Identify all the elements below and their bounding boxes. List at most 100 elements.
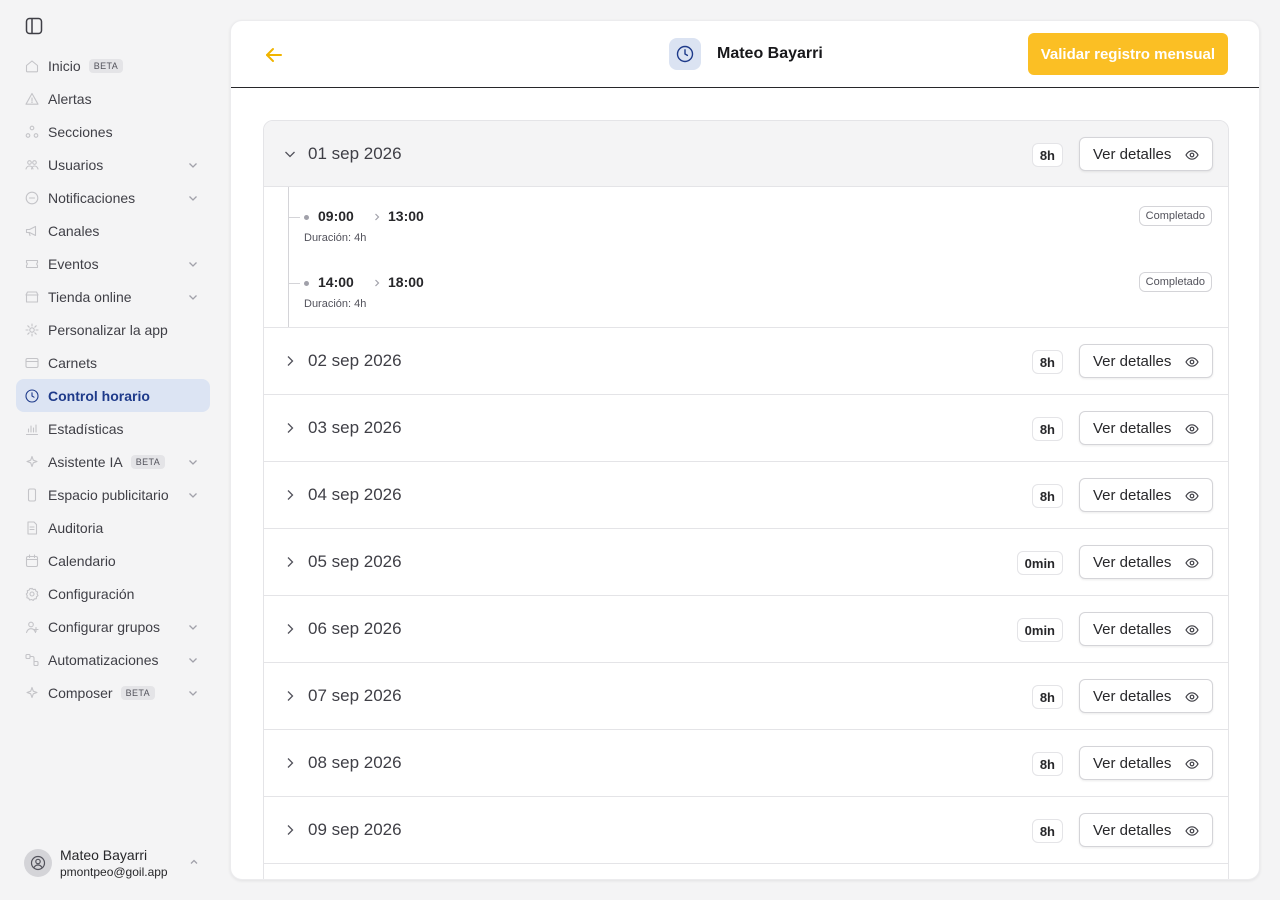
day-header[interactable]: 02 sep 2026 8h Ver detalles bbox=[264, 328, 1228, 394]
chevron-right-icon[interactable] bbox=[282, 353, 298, 369]
chart-icon bbox=[24, 421, 40, 437]
day-row: 08 sep 2026 8h Ver detalles bbox=[264, 730, 1228, 797]
timeline-connector bbox=[288, 283, 300, 284]
shift-start-time: 14:00 bbox=[318, 274, 354, 290]
hours-badge: 0min bbox=[1016, 551, 1063, 575]
hours-badge: 8h bbox=[1031, 484, 1063, 508]
sidebar-item-configuracion[interactable]: Configuración bbox=[16, 577, 210, 610]
view-details-button[interactable]: Ver detalles bbox=[1079, 411, 1213, 445]
customize-icon bbox=[24, 322, 40, 338]
day-row: 07 sep 2026 8h Ver detalles bbox=[264, 663, 1228, 730]
user-menu[interactable]: Mateo Bayarri pmontpeo@goil.app bbox=[24, 844, 204, 882]
sidebar-item-label: Estadísticas bbox=[48, 420, 124, 437]
view-details-button[interactable]: Ver detalles bbox=[1079, 612, 1213, 646]
sparkle-icon bbox=[24, 685, 40, 701]
sidebar-item-alertas[interactable]: Alertas bbox=[16, 82, 210, 115]
day-header[interactable] bbox=[264, 864, 1228, 879]
sidebar-item-auditoria[interactable]: Auditoria bbox=[16, 511, 210, 544]
chevron-right-icon[interactable] bbox=[282, 487, 298, 503]
user-name: Mateo Bayarri bbox=[60, 847, 148, 863]
hours-badge: 8h bbox=[1031, 819, 1063, 843]
day-date: 04 sep 2026 bbox=[308, 485, 402, 504]
chevron-right-icon[interactable] bbox=[282, 621, 298, 637]
sidebar-item-control-horario[interactable]: Control horario bbox=[16, 379, 210, 412]
hours-badge: 0min bbox=[1016, 618, 1063, 642]
day-row: 02 sep 2026 8h Ver detalles bbox=[264, 328, 1228, 395]
beta-badge: BETA bbox=[130, 454, 166, 469]
sidebar-item-asistente-ia[interactable]: Asistente IA BETA bbox=[16, 445, 210, 478]
sidebar-item-eventos[interactable]: Eventos bbox=[16, 247, 210, 280]
view-details-button[interactable]: Ver detalles bbox=[1079, 478, 1213, 512]
sections-icon bbox=[24, 124, 40, 140]
home-icon bbox=[24, 58, 40, 74]
sidebar-item-usuarios[interactable]: Usuarios bbox=[16, 148, 210, 181]
view-details-button[interactable]: Ver detalles bbox=[1079, 344, 1213, 378]
sidebar-item-personalizar-la-app[interactable]: Personalizar la app bbox=[16, 313, 210, 346]
workflow-icon bbox=[24, 652, 40, 668]
chevron-down-icon[interactable] bbox=[282, 146, 298, 162]
sidebar-item-carnets[interactable]: Carnets bbox=[16, 346, 210, 379]
status-badge: Completado bbox=[1138, 272, 1212, 292]
view-details-label: Ver detalles bbox=[1093, 419, 1172, 437]
day-header[interactable]: 05 sep 2026 0min Ver detalles bbox=[264, 529, 1228, 595]
sidebar-item-label: Alertas bbox=[48, 90, 92, 107]
day-header[interactable]: 07 sep 2026 8h Ver detalles bbox=[264, 663, 1228, 729]
day-header[interactable]: 01 sep 2026 8h Ver detalles bbox=[264, 121, 1228, 187]
view-details-label: Ver detalles bbox=[1093, 620, 1172, 638]
day-header[interactable]: 04 sep 2026 8h Ver detalles bbox=[264, 462, 1228, 528]
sidebar-item-canales[interactable]: Canales bbox=[16, 214, 210, 247]
day-header[interactable]: 03 sep 2026 8h Ver detalles bbox=[264, 395, 1228, 461]
clock-icon bbox=[669, 38, 701, 70]
user-group-icon bbox=[24, 619, 40, 635]
page-title: Mateo Bayarri bbox=[717, 45, 823, 62]
chevron-right-icon[interactable] bbox=[282, 688, 298, 704]
chevron-right-icon[interactable] bbox=[282, 822, 298, 838]
sidebar-item-estadisticas[interactable]: Estadísticas bbox=[16, 412, 210, 445]
sidebar-item-label: Asistente IA bbox=[48, 453, 123, 470]
sidebar-item-composer[interactable]: Composer BETA bbox=[16, 676, 210, 709]
timeline-line bbox=[288, 187, 289, 327]
view-details-button[interactable]: Ver detalles bbox=[1079, 746, 1213, 780]
sidebar-panel-icon[interactable] bbox=[24, 16, 44, 36]
view-details-button[interactable]: Ver detalles bbox=[1079, 545, 1213, 579]
sidebar-item-inicio[interactable]: Inicio BETA bbox=[16, 49, 210, 82]
sidebar-item-configurar-grupos[interactable]: Configurar grupos bbox=[16, 610, 210, 643]
view-details-button[interactable]: Ver detalles bbox=[1079, 813, 1213, 847]
document-icon bbox=[24, 520, 40, 536]
view-details-label: Ver detalles bbox=[1093, 145, 1172, 163]
beta-badge: BETA bbox=[88, 58, 124, 73]
users-icon bbox=[24, 157, 40, 173]
chevron-right-icon[interactable] bbox=[282, 755, 298, 771]
validate-monthly-button[interactable]: Validar registro mensual bbox=[1027, 33, 1228, 75]
shop-icon bbox=[24, 289, 40, 305]
day-header[interactable]: 06 sep 2026 0min Ver detalles bbox=[264, 596, 1228, 662]
chevron-right-icon[interactable] bbox=[282, 554, 298, 570]
sidebar-item-calendario[interactable]: Calendario bbox=[16, 544, 210, 577]
sidebar-item-label: Configuración bbox=[48, 585, 135, 602]
sidebar-item-secciones[interactable]: Secciones bbox=[16, 115, 210, 148]
view-details-button[interactable]: Ver detalles bbox=[1079, 137, 1213, 171]
eye-icon bbox=[1185, 757, 1199, 771]
sidebar-item-notificaciones[interactable]: Notificaciones bbox=[16, 181, 210, 214]
sidebar: Inicio BETA Alertas Secciones Usuarios Notifi… bbox=[0, 0, 226, 900]
day-list: 01 sep 2026 8h Ver detalles 09:00 13:00 Durac… bbox=[263, 120, 1229, 879]
day-header[interactable]: 09 sep 2026 8h Ver detalles bbox=[264, 797, 1228, 863]
chevron-right-icon[interactable] bbox=[282, 420, 298, 436]
shift-end-time: 18:00 bbox=[388, 274, 424, 290]
day-date: 05 sep 2026 bbox=[308, 552, 402, 571]
phone-icon bbox=[24, 487, 40, 503]
day-date: 02 sep 2026 bbox=[308, 351, 402, 370]
sidebar-item-automatizaciones[interactable]: Automatizaciones bbox=[16, 643, 210, 676]
day-header[interactable]: 08 sep 2026 8h Ver detalles bbox=[264, 730, 1228, 796]
sparkle-icon bbox=[24, 454, 40, 470]
view-details-button[interactable]: Ver detalles bbox=[1079, 679, 1213, 713]
sidebar-item-tienda-online[interactable]: Tienda online bbox=[16, 280, 210, 313]
calendar-icon bbox=[24, 553, 40, 569]
sidebar-item-espacio-publicitario[interactable]: Espacio publicitario bbox=[16, 478, 210, 511]
eye-icon bbox=[1185, 148, 1199, 162]
back-arrow-icon[interactable] bbox=[263, 44, 285, 66]
shift-duration: Duración: 4h bbox=[304, 298, 367, 310]
chevron-down-icon bbox=[186, 290, 200, 304]
beta-badge: BETA bbox=[120, 685, 156, 700]
chevron-down-icon bbox=[186, 488, 200, 502]
